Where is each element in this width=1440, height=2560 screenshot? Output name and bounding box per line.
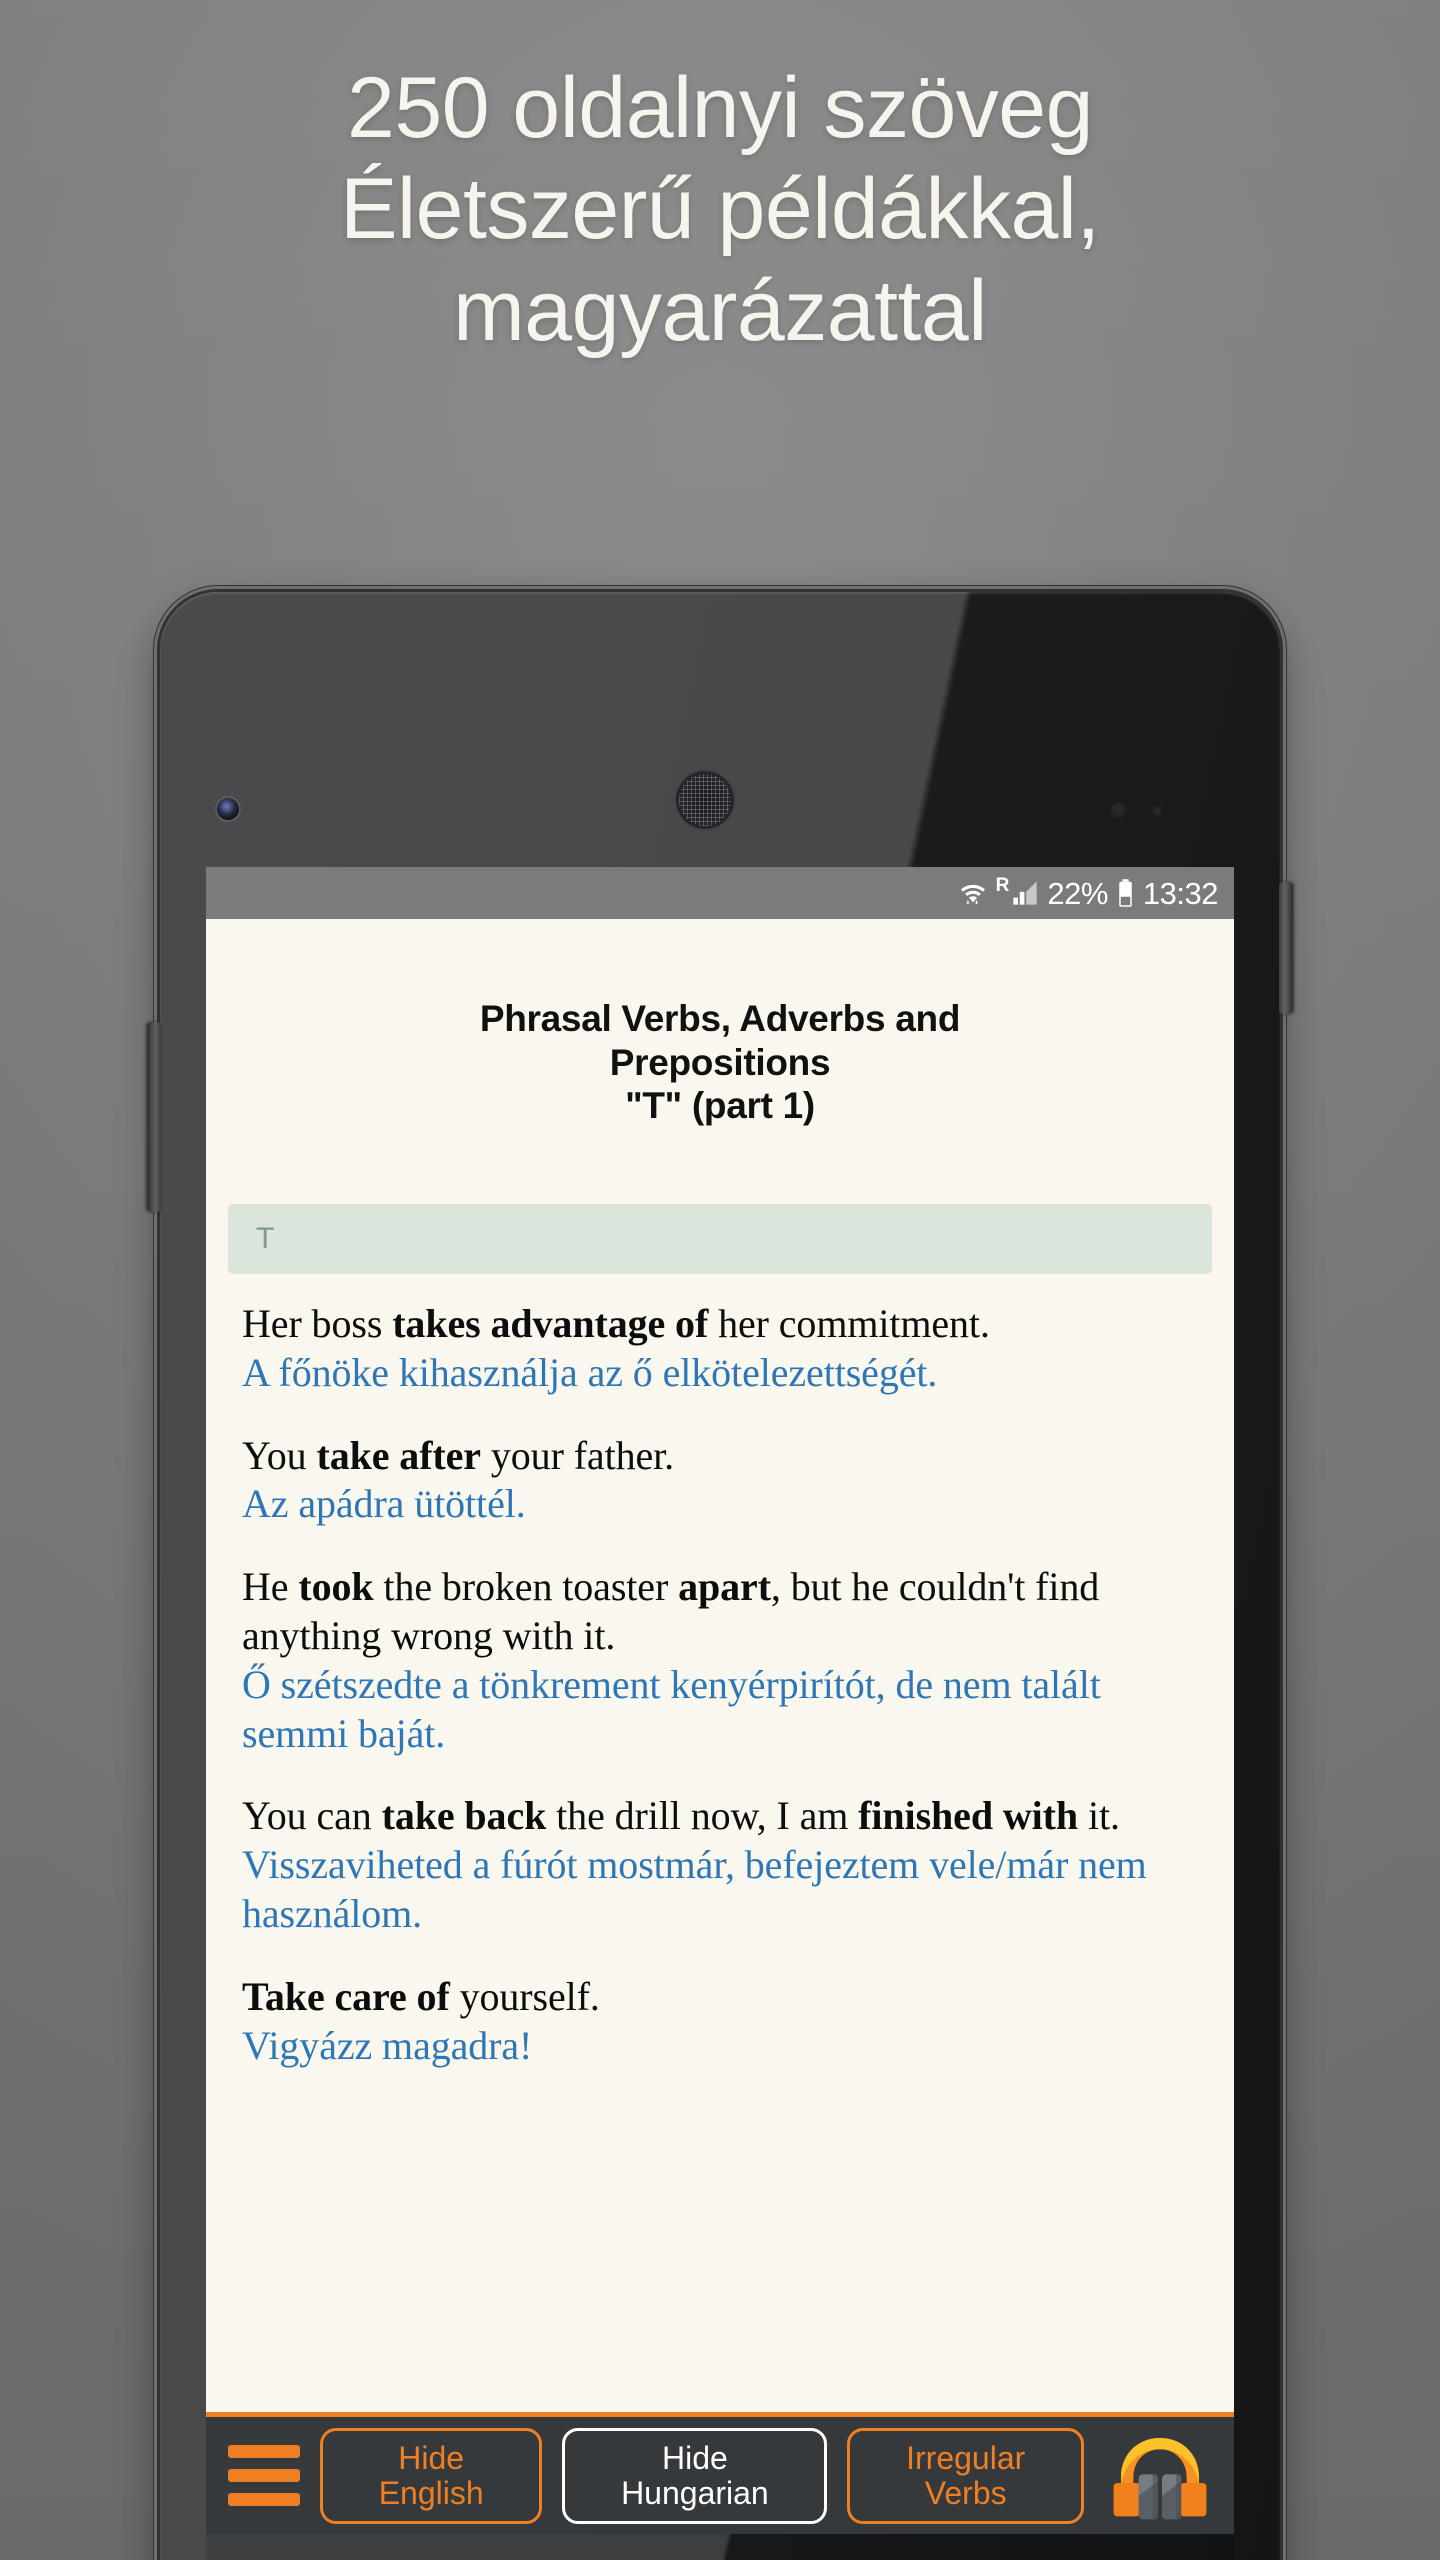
earpiece-speaker-icon <box>674 769 736 831</box>
entry-text-pre: You <box>242 1432 317 1478</box>
headphones-icon[interactable] <box>1108 2430 1212 2522</box>
phone-mockup: R 22% 13:32 Phrasal Verbs, Adverbs and P… <box>147 586 1293 2560</box>
volume-button[interactable] <box>147 1022 161 1212</box>
entry-phrasal-verb-2: apart <box>678 1564 771 1610</box>
entry-text-pre: You can <box>242 1793 382 1839</box>
phone-bottom-chin <box>206 2534 1234 2560</box>
entry-text-post: yourself. <box>449 1973 600 2019</box>
status-bar: R 22% 13:32 <box>206 867 1234 919</box>
power-button[interactable] <box>1279 882 1293 1014</box>
entry-text-post: your father. <box>480 1432 675 1478</box>
page-title-line-3: "T" (part 1) <box>625 1085 815 1127</box>
wifi-icon <box>958 878 988 908</box>
entry-text-post: her commitment. <box>708 1300 990 1346</box>
promo-headline: 250 oldalnyi szöveg Életszerű példákkal,… <box>0 58 1440 362</box>
page-title: Phrasal Verbs, Adverbs and Prepositions … <box>206 919 1234 1128</box>
page-title-line-2: Prepositions <box>609 1041 831 1083</box>
headline-line-1: 250 oldalnyi szöveg <box>347 60 1093 156</box>
roaming-indicator: R <box>995 875 1040 908</box>
entry-hungarian: Az apádra ütöttél. <box>242 1481 526 1527</box>
page-title-line-1: Phrasal Verbs, Adverbs and <box>479 998 961 1039</box>
hide-hungarian-button[interactable]: Hide Hungarian <box>562 2427 828 2524</box>
hamburger-bar <box>228 2469 300 2482</box>
hide-hungarian-label-line2: Hungarian <box>621 2474 769 2511</box>
entry-hungarian: Vigyázz magadra! <box>242 2022 533 2068</box>
hide-hungarian-label-line1: Hide <box>661 2439 728 2476</box>
entry-text-pre: Her boss <box>242 1300 393 1346</box>
battery-percent-label: 22% <box>1047 875 1108 911</box>
signal-bars-icon <box>1013 881 1038 905</box>
entry-phrasal-verb: take after <box>316 1432 481 1478</box>
letter-section-header: T <box>228 1203 1212 1274</box>
entry-phrasal-verb: Take care of <box>242 1973 450 2019</box>
entry-hungarian: Visszaviheted a fúrót mostmár, befejezte… <box>242 1842 1147 1936</box>
list-item: You can take back the drill now, I am fi… <box>242 1792 1202 1938</box>
irregular-verbs-label-line2: Verbs <box>924 2474 1007 2511</box>
list-item: Her boss takes advantage of her commitme… <box>242 1300 1202 1398</box>
battery-icon <box>1116 878 1135 908</box>
entry-phrasal-verb: take back <box>381 1793 547 1839</box>
entry-text-pre: He <box>242 1564 299 1610</box>
front-camera-icon <box>217 798 239 820</box>
entry-english: You take after your father. <box>242 1432 1202 1481</box>
hide-english-label-line2: English <box>378 2474 484 2511</box>
entry-list: Her boss takes advantage of her commitme… <box>206 1274 1234 2070</box>
hamburger-bar <box>228 2445 300 2458</box>
entry-english: Take care of yourself. <box>242 1973 1202 2022</box>
document-content: Phrasal Verbs, Adverbs and Prepositions … <box>206 919 1234 2534</box>
entry-english: You can take back the drill now, I am fi… <box>242 1792 1202 1841</box>
headline-line-2: Életszerű példákkal, <box>340 161 1100 258</box>
irregular-verbs-button[interactable]: Irregular Verbs <box>847 2427 1084 2524</box>
entry-english: He took the broken toaster apart, but he… <box>242 1563 1202 1661</box>
entry-text-post: it. <box>1078 1793 1120 1839</box>
headline-line-3: magyarázattal <box>453 262 987 359</box>
entry-hungarian: Ő szétszedte a tönkrement kenyérpirítót,… <box>242 1661 1101 1756</box>
entry-hungarian: A főnöke kihasználja az ő elkötelezettsé… <box>242 1349 938 1395</box>
hamburger-menu-icon[interactable] <box>228 2445 300 2507</box>
list-item: He took the broken toaster apart, but he… <box>242 1563 1202 1758</box>
entry-phrasal-verb: takes advantage of <box>392 1300 709 1346</box>
list-item: You take after your father. Az apádra üt… <box>242 1432 1202 1530</box>
bottom-toolbar: Hide English Hide Hungarian Irregular Ve… <box>206 2412 1234 2534</box>
light-sensor-icon <box>1152 805 1163 816</box>
clock-label: 13:32 <box>1142 875 1219 911</box>
hamburger-bar <box>228 2493 300 2506</box>
entry-phrasal-verb-2: finished with <box>858 1793 1079 1839</box>
hide-english-label-line1: Hide <box>398 2439 465 2476</box>
hide-english-button[interactable]: Hide English <box>320 2427 543 2524</box>
entry-text-mid: the drill now, I am <box>546 1793 859 1839</box>
entry-text-mid: the broken toaster <box>373 1564 679 1610</box>
entry-english: Her boss takes advantage of her commitme… <box>242 1300 1202 1349</box>
list-item: Take care of yourself. Vigyázz magadra! <box>242 1973 1202 2071</box>
proximity-sensor-icon <box>1110 802 1126 818</box>
roaming-label: R <box>995 875 1010 896</box>
entry-phrasal-verb: took <box>298 1564 374 1610</box>
phone-screen: R 22% 13:32 Phrasal Verbs, Adverbs and P… <box>206 867 1234 2534</box>
irregular-verbs-label-line1: Irregular <box>906 2439 1026 2476</box>
letter-section-label: T <box>256 1221 275 1255</box>
